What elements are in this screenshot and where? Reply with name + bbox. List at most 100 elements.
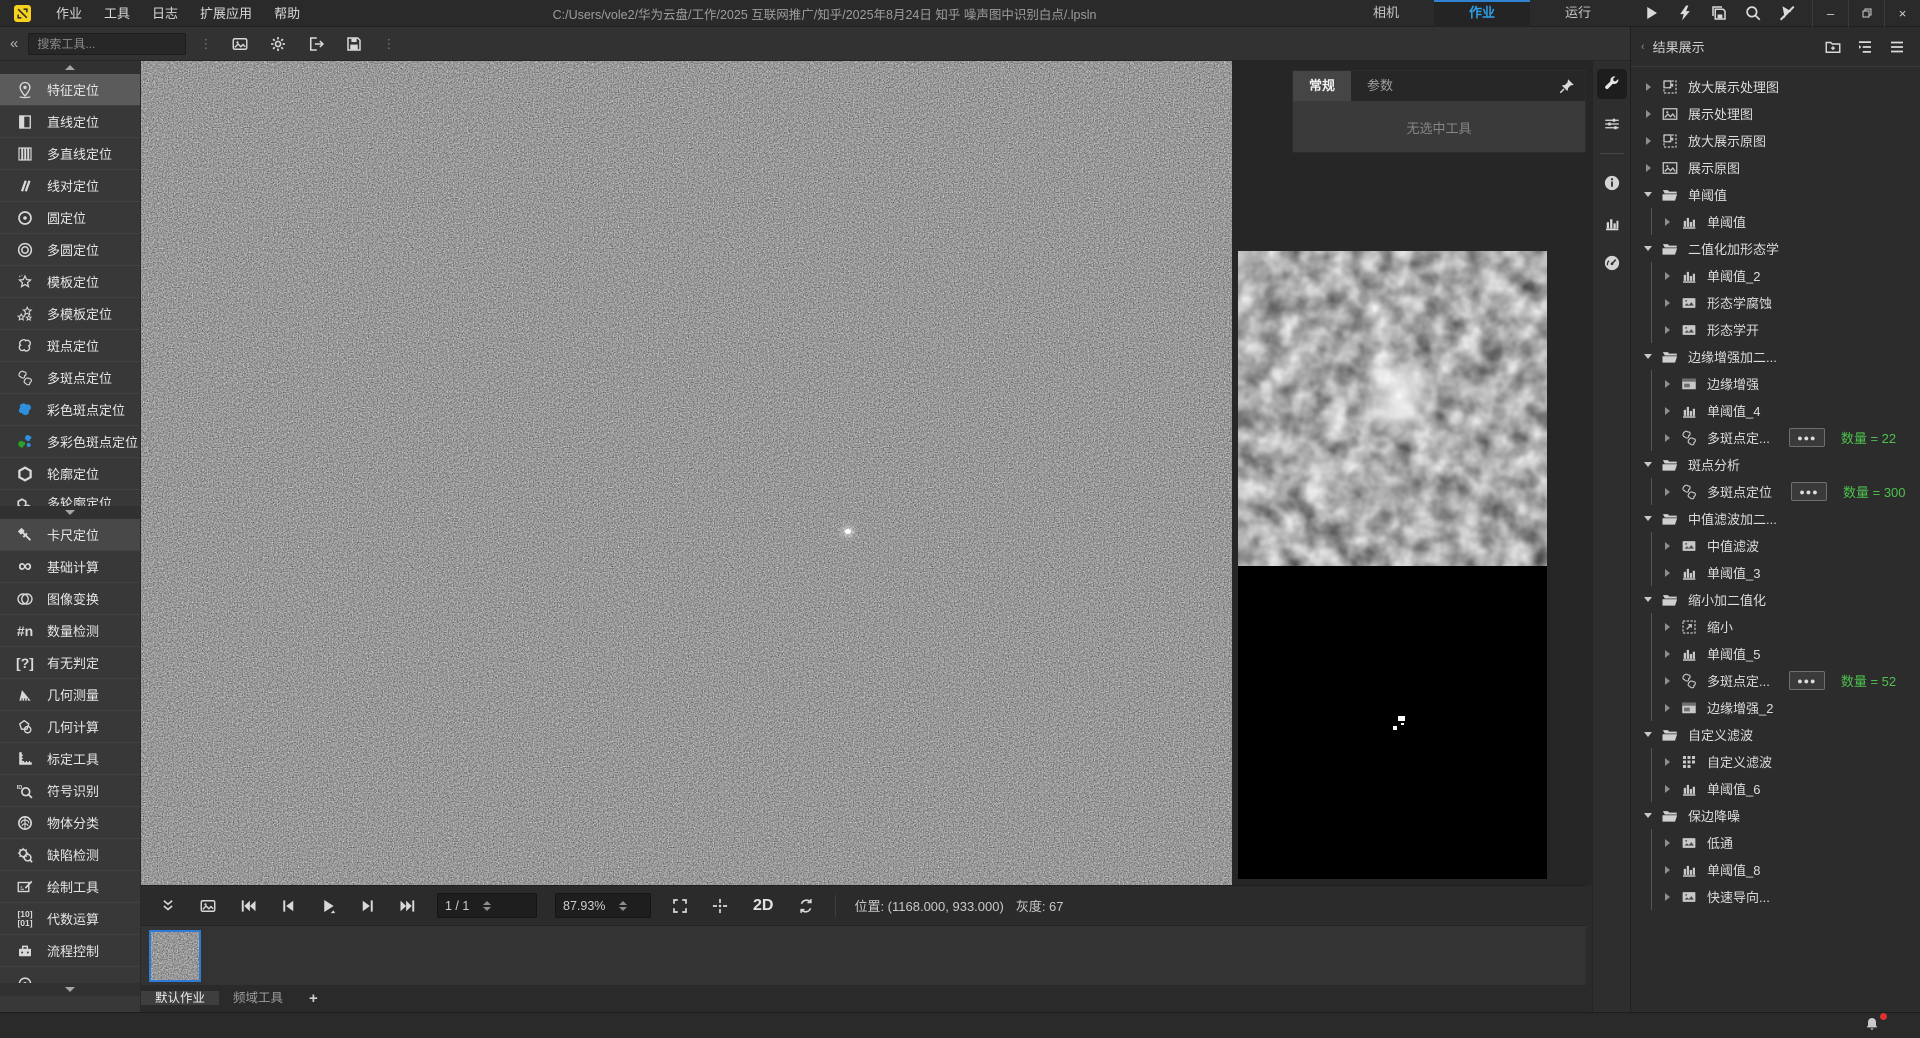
menu-item[interactable]: 作业 — [45, 0, 93, 27]
sliders-icon[interactable] — [1597, 109, 1627, 139]
job-tab[interactable]: 默认作业 — [141, 991, 219, 1005]
info-icon[interactable] — [1597, 168, 1627, 198]
save-icon[interactable] — [339, 31, 369, 57]
sidebar-item[interactable]: 卡尺定位 — [0, 519, 140, 551]
sidebar-item[interactable]: [10][01] 代数运算 — [0, 903, 140, 935]
sidebar-scroll-down[interactable] — [0, 506, 140, 519]
tree-item[interactable]: 中值滤波加二... — [1631, 505, 1920, 532]
tree-item[interactable]: 放大展示原图 — [1631, 127, 1920, 154]
collapse-arrow-icon[interactable] — [1644, 137, 1652, 145]
play-icon[interactable] — [1636, 1, 1666, 25]
mode-tab[interactable]: 运行 — [1530, 0, 1626, 27]
sidebar-item[interactable]: 图像变换 — [0, 583, 140, 615]
tree-item[interactable]: 展示原图 — [1631, 154, 1920, 181]
wrench-icon[interactable] — [1597, 69, 1627, 99]
noise-image[interactable] — [141, 61, 1232, 885]
sidebar-scroll-up[interactable] — [0, 61, 140, 74]
sidebar-item[interactable]: 轮廓定位 — [0, 458, 140, 490]
histogram-panel-icon[interactable] — [1597, 208, 1627, 238]
search-icon[interactable] — [1738, 1, 1768, 25]
sidebar-item[interactable]: 模板定位 — [0, 266, 140, 298]
tree-item[interactable]: 自定义滤波 — [1652, 748, 1920, 775]
tree-item[interactable]: 缩小加二值化 — [1631, 586, 1920, 613]
sidebar-item[interactable]: [?] 有无判定 — [0, 647, 140, 679]
add-job-tab-button[interactable]: + — [297, 985, 330, 1012]
sidebar-item[interactable]: 多斑点定位 — [0, 362, 140, 394]
tree-item[interactable]: 多斑点定位●●●数量 = 300 — [1652, 478, 1920, 505]
tree-item[interactable]: 单阈值 — [1631, 181, 1920, 208]
last-frame-button[interactable] — [391, 893, 425, 919]
tree-item[interactable]: 缩小 — [1652, 613, 1920, 640]
sidebar-item[interactable]: 几何测量 — [0, 679, 140, 711]
play-button[interactable] — [311, 893, 345, 919]
tree-item[interactable]: 边缘增强_2 — [1652, 694, 1920, 721]
sidebar-item[interactable]: 特征定位 — [0, 74, 140, 106]
next-frame-button[interactable] — [351, 893, 385, 919]
collapse-arrow-icon[interactable] — [1663, 407, 1671, 415]
collapse-arrow-icon[interactable] — [1663, 218, 1671, 226]
expand-arrow-icon[interactable] — [1644, 353, 1652, 361]
panel-collapse-icon[interactable]: ‹ — [1641, 41, 1645, 53]
sidebar-item[interactable]: 线对定位 — [0, 170, 140, 202]
tree-item[interactable]: 快速导向... — [1652, 883, 1920, 910]
tree-item[interactable]: 低通 — [1652, 829, 1920, 856]
sidebar-item[interactable]: 几何计算 — [0, 711, 140, 743]
close-button[interactable]: × — [1884, 0, 1920, 27]
collapse-arrow-icon[interactable] — [1663, 488, 1671, 496]
tree-item[interactable]: 单阈值_3 — [1652, 559, 1920, 586]
sidebar-item[interactable]: 彩色斑点定位 — [0, 394, 140, 426]
expand-arrow-icon[interactable] — [1644, 812, 1652, 820]
expand-arrow-icon[interactable] — [1644, 245, 1652, 253]
sidebar-item[interactable]: 多直线定位 — [0, 138, 140, 170]
tree-item[interactable]: 斑点分析 — [1631, 451, 1920, 478]
collapse-arrow-icon[interactable] — [1644, 110, 1652, 118]
restore-button[interactable] — [1848, 0, 1884, 27]
tree-item[interactable]: 形态学腐蚀 — [1652, 289, 1920, 316]
tree-item[interactable]: 单阈值 — [1652, 208, 1920, 235]
collapse-arrow-icon[interactable] — [1644, 83, 1652, 91]
gear-icon[interactable] — [263, 31, 293, 57]
collapse-all-icon[interactable] — [1852, 35, 1878, 59]
tree-item[interactable]: 边缘增强 — [1652, 370, 1920, 397]
first-frame-button[interactable] — [231, 893, 265, 919]
view-mode-2d-button[interactable]: 2D — [743, 897, 783, 915]
collapse-arrow-icon[interactable] — [1663, 893, 1671, 901]
collapse-arrow-icon[interactable] — [1663, 866, 1671, 874]
tree-item[interactable]: 边缘增强加二... — [1631, 343, 1920, 370]
menu-item[interactable]: 工具 — [93, 0, 141, 27]
tree-item[interactable]: 单阈值_4 — [1652, 397, 1920, 424]
sidebar-item[interactable]: 流程控制 — [0, 935, 140, 967]
notification-bell-icon[interactable] — [1864, 1016, 1880, 1035]
collapse-arrow-icon[interactable] — [1663, 434, 1671, 442]
tree-item[interactable]: 展示处理图 — [1631, 100, 1920, 127]
image-source-icon[interactable] — [191, 893, 225, 919]
lightning-icon[interactable] — [1670, 1, 1700, 25]
collapse-arrow-icon[interactable] — [1663, 758, 1671, 766]
image-thumbnail[interactable] — [149, 930, 201, 982]
expand-arrow-icon[interactable] — [1644, 731, 1652, 739]
collapse-arrow-icon[interactable] — [1663, 677, 1671, 685]
more-button[interactable]: ●●● — [1791, 482, 1827, 501]
tree-item[interactable]: 多斑点定...●●●数量 = 22 — [1652, 424, 1920, 451]
tree-item[interactable]: 单阈值_8 — [1652, 856, 1920, 883]
expand-arrow-icon[interactable] — [1644, 596, 1652, 604]
mode-tab[interactable]: 相机 — [1338, 0, 1434, 27]
no-pointer-icon[interactable] — [1772, 1, 1802, 25]
tree-item[interactable]: 放大展示处理图 — [1631, 73, 1920, 100]
expand-arrow-icon[interactable] — [1644, 461, 1652, 469]
more-button[interactable]: ●●● — [1789, 671, 1825, 690]
sidebar-item[interactable]: ∞ 基础计算 — [0, 551, 140, 583]
expand-arrow-icon[interactable] — [1644, 515, 1652, 523]
sidebar-item[interactable]: #n 数量检测 — [0, 615, 140, 647]
menu-item[interactable]: 日志 — [141, 0, 189, 27]
collapse-arrow-icon[interactable] — [1663, 785, 1671, 793]
zoom-spinner[interactable]: 87.93% — [555, 893, 651, 918]
tree-item[interactable]: 保边降噪 — [1631, 802, 1920, 829]
collapse-sidebar-icon[interactable]: « — [8, 35, 20, 52]
menu-item[interactable]: 扩展应用 — [189, 0, 263, 27]
sidebar-item[interactable]: 多轮廓定位 — [0, 490, 140, 506]
sidebar-item[interactable]: 斑点定位 — [0, 330, 140, 362]
sidebar-item[interactable] — [0, 967, 140, 983]
tree-item[interactable]: 形态学开 — [1652, 316, 1920, 343]
expand-arrow-icon[interactable] — [1644, 191, 1652, 199]
